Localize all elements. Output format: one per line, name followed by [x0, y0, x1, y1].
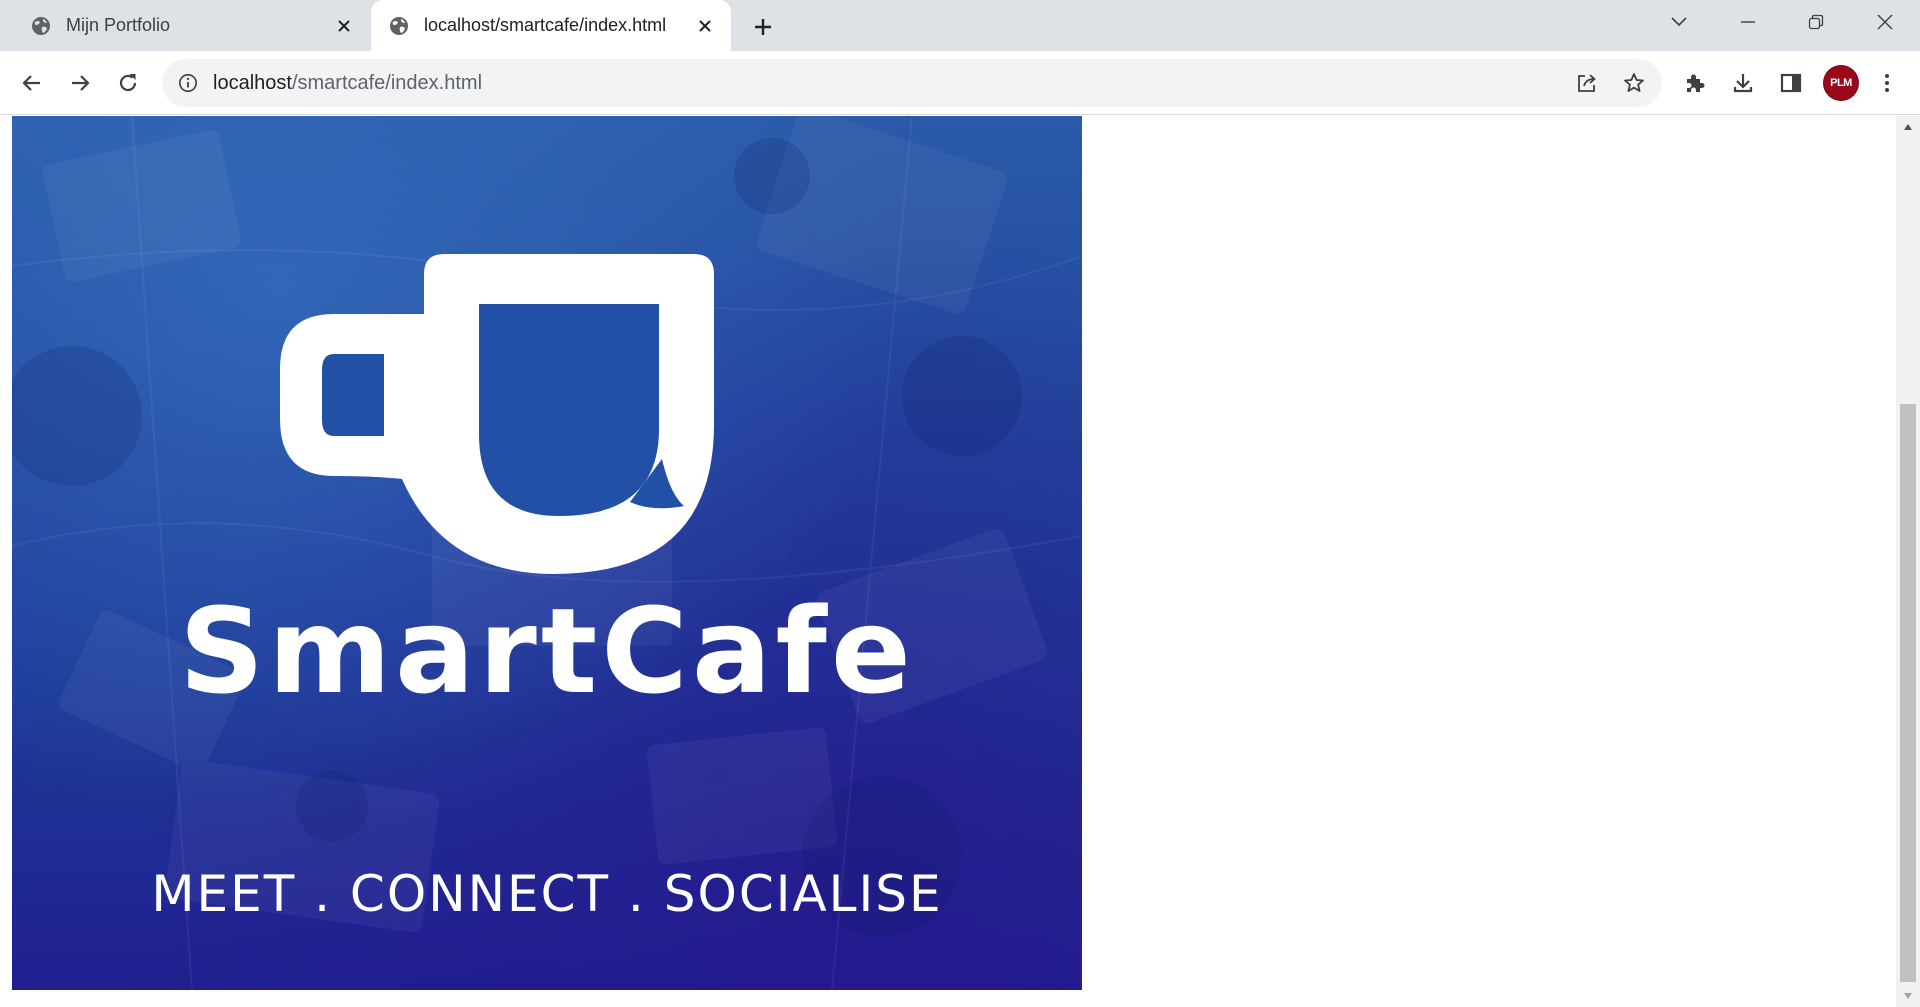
minimize-icon [1741, 21, 1755, 23]
minimize-button[interactable] [1720, 0, 1776, 44]
side-panel-button[interactable] [1779, 71, 1803, 95]
window-close-button[interactable] [1857, 0, 1913, 44]
reload-button[interactable] [109, 64, 147, 102]
brand-name: SmartCafe [179, 582, 915, 720]
restore-icon [1808, 14, 1824, 30]
globe-icon [390, 16, 408, 35]
close-icon[interactable] [695, 16, 715, 36]
info-icon[interactable] [178, 73, 198, 93]
triangle-up-icon [1904, 124, 1912, 130]
tab-search-button[interactable] [1651, 0, 1707, 44]
close-icon [1877, 14, 1893, 30]
tab-strip: Mijn Portfolio localhost/smartcafe/index… [0, 0, 1920, 51]
scroll-thumb[interactable] [1900, 404, 1916, 982]
tab-title: localhost/smartcafe/index.html [424, 15, 667, 35]
url-host: localhost [213, 72, 292, 94]
bookmark-button[interactable] [1622, 71, 1646, 95]
chevron-down-icon [1671, 17, 1687, 27]
url-path: /smartcafe/index.html [291, 72, 483, 94]
back-button[interactable] [13, 64, 51, 102]
reload-icon [119, 74, 137, 92]
restore-button[interactable] [1788, 0, 1844, 44]
downloads-button[interactable] [1731, 71, 1755, 95]
arrow-right-icon [72, 75, 90, 91]
extensions-button[interactable] [1683, 71, 1707, 95]
profile-avatar[interactable]: PLM [1824, 66, 1858, 100]
kebab-menu-icon [1885, 74, 1889, 92]
share-icon [1578, 74, 1596, 92]
menu-button[interactable] [1875, 71, 1899, 95]
url-text[interactable]: localhost/smartcafe/index.html [213, 71, 482, 95]
plus-icon [755, 19, 771, 35]
side-panel-icon [1780, 73, 1802, 93]
share-button[interactable] [1575, 71, 1599, 95]
tab-title: Mijn Portfolio [66, 15, 171, 35]
tab-smartcafe[interactable]: localhost/smartcafe/index.html [371, 0, 731, 51]
browser-toolbar: localhost/smartcafe/index.html PLM [0, 51, 1920, 115]
globe-icon [32, 16, 50, 35]
tab-mijn-portfolio[interactable]: Mijn Portfolio [0, 0, 370, 51]
page-scrollbar[interactable] [1896, 116, 1920, 1007]
page-viewport: SmartCafe MEET . CONNECT . SOCIALISE [0, 116, 1896, 1007]
puzzle-icon [1687, 74, 1705, 92]
tagline: MEET . CONNECT . SOCIALISE [151, 865, 943, 923]
scroll-up-button[interactable] [1896, 116, 1920, 138]
star-icon [1624, 73, 1644, 92]
triangle-down-icon [1904, 993, 1912, 999]
download-icon [1733, 74, 1753, 93]
new-tab-button[interactable] [749, 13, 777, 41]
arrow-left-icon [22, 75, 40, 91]
forward-button[interactable] [61, 64, 99, 102]
coffee-cup-logo-icon [280, 254, 714, 574]
scroll-down-button[interactable] [1896, 985, 1920, 1007]
address-bar[interactable]: localhost/smartcafe/index.html [162, 59, 1662, 107]
close-icon[interactable] [334, 16, 354, 36]
smartcafe-logo-image: SmartCafe MEET . CONNECT . SOCIALISE [12, 116, 1082, 990]
